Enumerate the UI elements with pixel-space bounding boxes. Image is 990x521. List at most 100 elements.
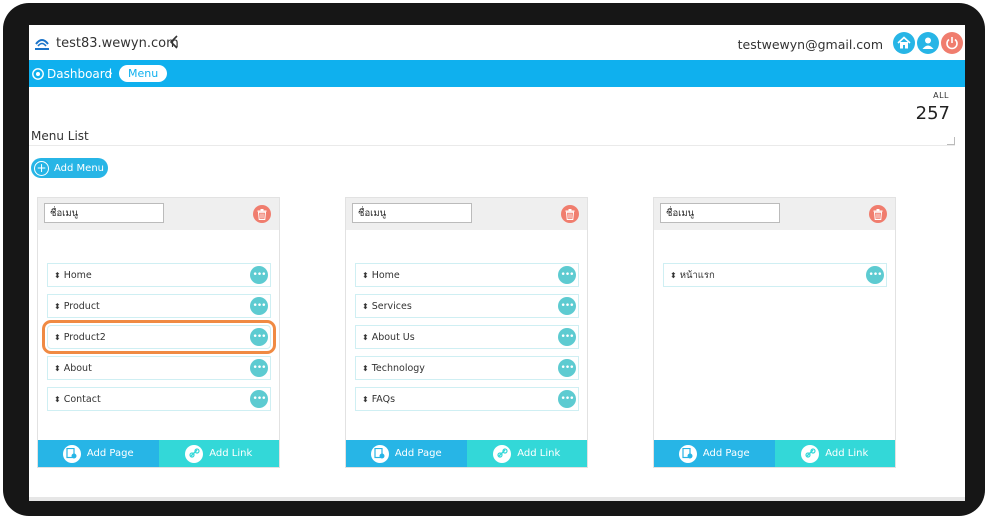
menu-item-label: หน้าแรก (679, 269, 715, 281)
add-link-label: Add Link (825, 448, 869, 459)
user-icon (922, 37, 934, 49)
trash-icon (873, 208, 883, 220)
add-link-button[interactable]: Add Link (466, 440, 587, 467)
menu-item-list: ⬍ Home ••• ⬍ Product ••• ⬍ Product2 ••• … (42, 263, 276, 418)
home-icon (897, 36, 911, 49)
trash-icon (257, 208, 267, 220)
page-title: Menu List (31, 129, 89, 143)
menu-card: ⬍ Home ••• ⬍ Product ••• ⬍ Product2 ••• … (37, 197, 280, 468)
menu-item[interactable]: ⬍ About Us ••• (355, 325, 579, 349)
menu-item-label: Product2 (63, 331, 106, 343)
menu-card: ⬍ Home ••• ⬍ Services ••• ⬍ About Us •••… (345, 197, 588, 468)
menu-item[interactable]: ⬍ FAQs ••• (355, 387, 579, 411)
menu-item-label: Contact (63, 393, 101, 405)
home-button[interactable] (893, 32, 915, 54)
profile-button[interactable] (917, 32, 939, 54)
more-options-icon[interactable]: ••• (866, 266, 884, 284)
menu-card-header (654, 198, 895, 230)
menu-item-label: FAQs (371, 393, 396, 405)
menu-card: ⬍ หน้าแรก ••• Add Page Add Link (653, 197, 896, 468)
collapse-sidebar-icon[interactable] (167, 33, 181, 51)
menu-item[interactable]: ⬍ หน้าแรก ••• (663, 263, 887, 287)
delete-menu-button[interactable] (253, 205, 271, 223)
trash-icon (565, 208, 575, 220)
sort-icon[interactable]: ⬍ (362, 364, 369, 373)
more-options-icon[interactable]: ••• (250, 328, 268, 346)
menu-name-input[interactable] (660, 203, 780, 223)
more-options-icon[interactable]: ••• (558, 359, 576, 377)
menu-card-footer: Add Page Add Link (38, 440, 279, 467)
menu-item[interactable]: ⬍ Contact ••• (47, 387, 271, 411)
more-options-icon[interactable]: ••• (250, 359, 268, 377)
menu-card-header (346, 198, 587, 230)
menu-item-label: Home (371, 269, 400, 281)
menu-item-label: Product (63, 300, 100, 312)
add-page-icon (62, 444, 81, 463)
menu-item[interactable]: ⬍ About ••• (47, 356, 271, 380)
menu-item[interactable]: ⬍ Product ••• (47, 294, 271, 318)
plus-icon: + (34, 160, 49, 176)
menu-name-input[interactable] (44, 203, 164, 223)
more-options-icon[interactable]: ••• (558, 390, 576, 408)
power-icon (946, 37, 958, 50)
add-page-button[interactable]: Add Page (654, 440, 775, 467)
menu-item-label: About Us (371, 331, 415, 343)
add-page-button[interactable]: Add Page (346, 440, 467, 467)
app-screen: test83.wewyn.com testwewyn@gmail.com Das… (29, 25, 965, 501)
sort-icon[interactable]: ⬍ (670, 271, 677, 280)
more-options-icon[interactable]: ••• (558, 328, 576, 346)
menu-item[interactable]: ⬍ Home ••• (355, 263, 579, 287)
add-link-button[interactable]: Add Link (774, 440, 895, 467)
delete-menu-button[interactable] (561, 205, 579, 223)
more-options-icon[interactable]: ••• (558, 266, 576, 284)
sort-icon[interactable]: ⬍ (54, 271, 61, 280)
add-link-label: Add Link (517, 448, 561, 459)
breadcrumb-dashboard[interactable]: Dashboard (47, 67, 112, 81)
sort-icon[interactable]: ⬍ (54, 364, 61, 373)
add-link-icon (801, 444, 820, 463)
more-options-icon[interactable]: ••• (250, 266, 268, 284)
breadcrumb-current: Menu (119, 65, 168, 82)
menu-item-label: Technology (371, 362, 425, 374)
menu-item-label: Home (63, 269, 92, 281)
site-name[interactable]: test83.wewyn.com (56, 36, 179, 51)
more-options-icon[interactable]: ••• (250, 390, 268, 408)
menu-item-list: ⬍ หน้าแรก ••• (663, 263, 887, 294)
add-page-icon (678, 444, 697, 463)
add-page-label: Add Page (702, 448, 750, 459)
add-menu-label: Add Menu (54, 162, 104, 174)
site-logo-icon (35, 39, 49, 50)
bottom-strip (29, 497, 965, 501)
sort-icon[interactable]: ⬍ (362, 302, 369, 311)
all-count-label: ALL (933, 91, 949, 100)
resize-handle-icon (947, 137, 955, 145)
add-page-label: Add Page (86, 448, 134, 459)
menu-item[interactable]: ⬍ Technology ••• (355, 356, 579, 380)
breadcrumb-separator: › (108, 66, 113, 80)
sort-icon[interactable]: ⬍ (54, 333, 61, 342)
more-options-icon[interactable]: ••• (558, 297, 576, 315)
logout-button[interactable] (941, 32, 963, 54)
menu-item[interactable]: ⬍ Services ••• (355, 294, 579, 318)
delete-menu-button[interactable] (869, 205, 887, 223)
menu-name-input[interactable] (352, 203, 472, 223)
sort-icon[interactable]: ⬍ (362, 271, 369, 280)
sort-icon[interactable]: ⬍ (54, 302, 61, 311)
add-link-button[interactable]: Add Link (158, 440, 279, 467)
more-options-icon[interactable]: ••• (250, 297, 268, 315)
add-page-icon (370, 444, 389, 463)
menu-card-header (38, 198, 279, 230)
user-email: testwewyn@gmail.com (737, 37, 883, 52)
device-frame: test83.wewyn.com testwewyn@gmail.com Das… (3, 3, 985, 516)
add-menu-button[interactable]: + Add Menu (31, 158, 108, 178)
title-divider (29, 145, 955, 146)
sort-icon[interactable]: ⬍ (362, 333, 369, 342)
menu-item-highlighted[interactable]: ⬍ Product2 ••• (42, 320, 276, 354)
menu-item-list: ⬍ Home ••• ⬍ Services ••• ⬍ About Us •••… (355, 263, 579, 418)
menu-card-footer: Add Page Add Link (346, 440, 587, 467)
menu-item-label: Services (371, 300, 412, 312)
sort-icon[interactable]: ⬍ (54, 395, 61, 404)
add-page-button[interactable]: Add Page (38, 440, 159, 467)
menu-item[interactable]: ⬍ Home ••• (47, 263, 271, 287)
sort-icon[interactable]: ⬍ (362, 395, 369, 404)
